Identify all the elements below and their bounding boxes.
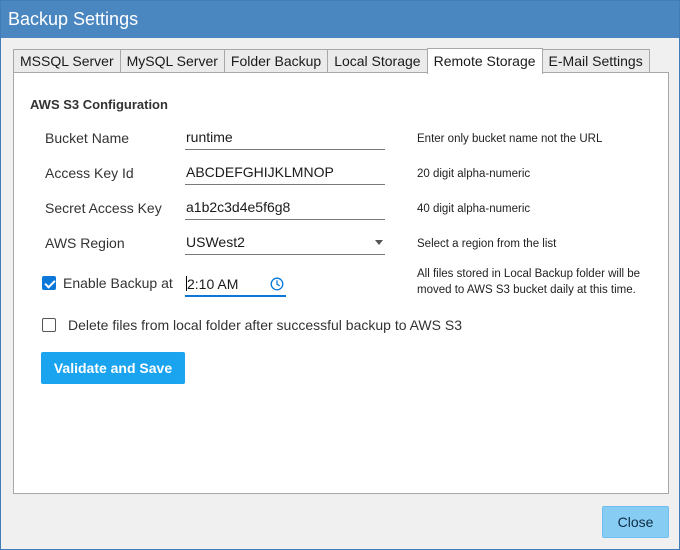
aws-region-label: AWS Region	[45, 235, 125, 251]
aws-region-value: USWest2	[186, 234, 245, 250]
tab-strip: MSSQL Server MySQL Server Folder Backup …	[13, 48, 650, 74]
backup-time-value: 2:10 AM	[187, 276, 239, 292]
chevron-down-icon	[375, 240, 383, 245]
validate-and-save-button[interactable]: Validate and Save	[41, 352, 185, 384]
secret-key-input[interactable]: a1b2c3d4e5f6g8	[185, 195, 385, 220]
bucket-name-input[interactable]: runtime	[185, 125, 385, 150]
access-key-label: Access Key Id	[45, 165, 134, 181]
tab-remote-storage[interactable]: Remote Storage	[426, 48, 543, 74]
enable-backup-checkbox[interactable]	[42, 276, 56, 290]
remote-storage-panel: AWS S3 Configuration Bucket Name runtime…	[13, 72, 669, 494]
delete-local-checkbox[interactable]	[42, 318, 56, 332]
enable-backup-label: Enable Backup at	[63, 275, 173, 291]
aws-region-hint: Select a region from the list	[417, 238, 557, 250]
backup-settings-window: Backup Settings MSSQL Server MySQL Serve…	[0, 0, 680, 550]
access-key-hint: 20 digit alpha-numeric	[417, 168, 531, 180]
window-title: Backup Settings	[1, 1, 679, 38]
secret-key-hint: 40 digit alpha-numeric	[417, 203, 531, 215]
tab-local-storage[interactable]: Local Storage	[327, 49, 428, 73]
bucket-name-label: Bucket Name	[45, 130, 130, 146]
tab-email-settings[interactable]: E-Mail Settings	[541, 49, 650, 73]
tab-folder-backup[interactable]: Folder Backup	[223, 49, 329, 73]
backup-time-picker[interactable]: 2:10 AM	[185, 272, 286, 297]
bucket-name-hint: Enter only bucket name not the URL	[417, 133, 603, 145]
access-key-input[interactable]: ABCDEFGHIJKLMNOP	[185, 160, 385, 185]
clock-icon[interactable]	[270, 277, 284, 291]
enable-backup-hint-line2: moved to AWS S3 bucket daily at this tim…	[417, 284, 636, 296]
close-button[interactable]: Close	[602, 506, 669, 538]
section-title: AWS S3 Configuration	[30, 97, 168, 112]
tab-mysql-server[interactable]: MySQL Server	[119, 49, 225, 73]
secret-key-label: Secret Access Key	[45, 200, 162, 216]
enable-backup-hint: All files stored in Local Backup folder …	[417, 266, 640, 298]
delete-local-label: Delete files from local folder after suc…	[68, 317, 462, 333]
aws-region-select[interactable]: USWest2	[185, 230, 385, 255]
tab-mssql-server[interactable]: MSSQL Server	[13, 49, 121, 73]
enable-backup-hint-line1: All files stored in Local Backup folder …	[417, 268, 641, 280]
